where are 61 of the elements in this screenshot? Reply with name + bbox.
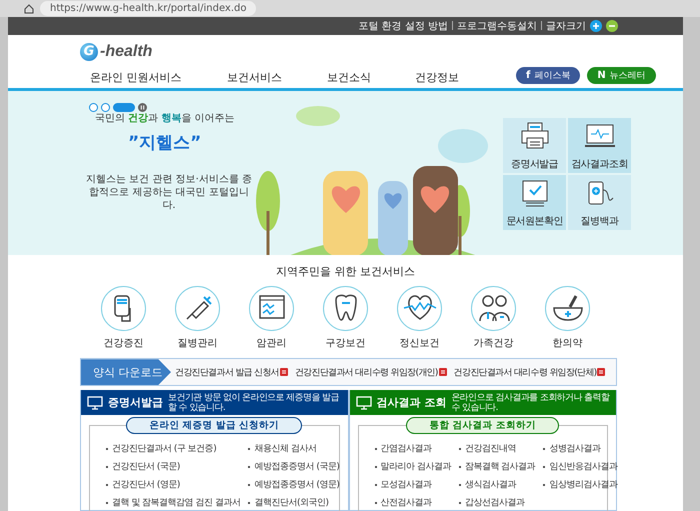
monitor-icon	[356, 396, 372, 410]
quick-link-tile[interactable]: 증명서발급	[503, 118, 566, 174]
top-link[interactable]: 글자크기	[546, 18, 586, 33]
list-item[interactable]: 건강검진내역	[458, 442, 536, 455]
top-link[interactable]: 프로그램수동설치	[457, 18, 537, 33]
list-item[interactable]: 성병검사결과	[543, 442, 618, 455]
facebook-button[interactable]: f 페이스북	[516, 66, 580, 84]
monitor-icon	[87, 396, 103, 410]
nav-link[interactable]: 건강정보	[415, 70, 459, 85]
list-item[interactable]: 결핵 및 잠복결핵감염 검진 결과서	[106, 496, 240, 509]
section-title: 지역주민을 위한 보건서비스	[276, 264, 415, 279]
quick-link-tile[interactable]: 검사결과조회	[568, 118, 631, 174]
list-item[interactable]: 임신반응검사결과	[543, 460, 618, 473]
address-bar[interactable]: https://www.g-health.kr/portal/index.do	[40, 1, 256, 16]
downloads-title: 양식 다운로드	[81, 359, 171, 385]
slide-indicator[interactable]	[101, 103, 110, 112]
banner-title: ”지헬스”	[128, 132, 202, 154]
list-item[interactable]: 잠복결핵 검사결과	[458, 460, 536, 473]
panel-description: 보건기관 방문 없이 온라인으로 제증명을 발급할 수 있습니다.	[168, 392, 340, 412]
list-item[interactable]: 건강진단서 (영문)	[106, 478, 240, 491]
quick-link-tile[interactable]: 문서원본확인	[503, 175, 566, 230]
top-link[interactable]: 포털 환경 설정 방법	[358, 18, 448, 33]
slide-indicator[interactable]	[89, 103, 98, 112]
minus-icon[interactable]	[606, 20, 618, 32]
newsletter-button[interactable]: N 뉴스레터	[587, 66, 656, 84]
banner-description: 지헬스는 보건 관련 정보·서비스를 종합적으로 제공하는 대국민 포털입니다.	[85, 173, 253, 212]
list-item[interactable]: 건강진단서 (국문)	[106, 460, 240, 473]
nav-link[interactable]: 보건서비스	[227, 70, 327, 85]
nav-link[interactable]: 보건소식	[327, 70, 415, 85]
list-item[interactable]: 결핵진단서(외국인)	[248, 496, 340, 509]
plus-icon[interactable]	[590, 20, 602, 32]
download-link[interactable]: 건강진단결과서 대리수령 위임장(개인)	[294, 366, 447, 379]
list-item[interactable]: 예방접종증명서 (영문)	[248, 478, 340, 491]
list-item[interactable]: 갑상선검사결과	[458, 496, 536, 509]
list-item[interactable]: 생식검사결과	[458, 478, 536, 491]
pdf-icon	[597, 368, 606, 376]
list-item[interactable]: 채용신체 검사서	[248, 442, 340, 455]
printer-icon	[518, 120, 550, 151]
download-link[interactable]: 건강진단결과서 발급 신청서	[175, 366, 288, 379]
pdf-icon	[280, 368, 288, 376]
list-item[interactable]: 건강진단결과서 (구 보건증)	[106, 442, 240, 455]
logo-text[interactable]: -health	[100, 42, 152, 61]
list-item[interactable]: 모성검사결과	[374, 478, 451, 491]
list-item[interactable]: 임상병리검사결과	[543, 478, 618, 491]
panel-description: 온라인으로 검사결과를 조회하거나 출력할 수 있습니다.	[451, 392, 610, 412]
panel-action-button[interactable]: 온라인 제증명 발급 신청하기	[126, 417, 302, 434]
panel-title: 검사결과 조회	[376, 395, 446, 410]
slide-indicator[interactable]	[113, 103, 135, 112]
panel-action-button[interactable]: 통합 검사결과 조회하기	[406, 417, 560, 434]
list-item[interactable]: 간염검사결과	[374, 442, 451, 455]
nav-link[interactable]: 온라인 민원서비스	[90, 70, 227, 85]
pause-icon[interactable]	[138, 103, 147, 112]
panel-title: 증명서발급	[108, 395, 163, 410]
tagline: 국민의 건강과 행복을 이어주는	[95, 112, 235, 126]
pdf-icon	[438, 368, 447, 376]
quick-link-tile[interactable]: 질병백과	[568, 175, 631, 230]
list-item[interactable]: 산전검사결과	[374, 496, 451, 509]
download-link[interactable]: 건강진단결과서 대리수령 위임장(단체)	[454, 366, 606, 379]
list-item[interactable]: 예방접종증명서 (국문)	[248, 460, 340, 473]
list-item[interactable]: 말라리아 검사결과	[374, 460, 451, 473]
home-icon	[24, 4, 34, 14]
